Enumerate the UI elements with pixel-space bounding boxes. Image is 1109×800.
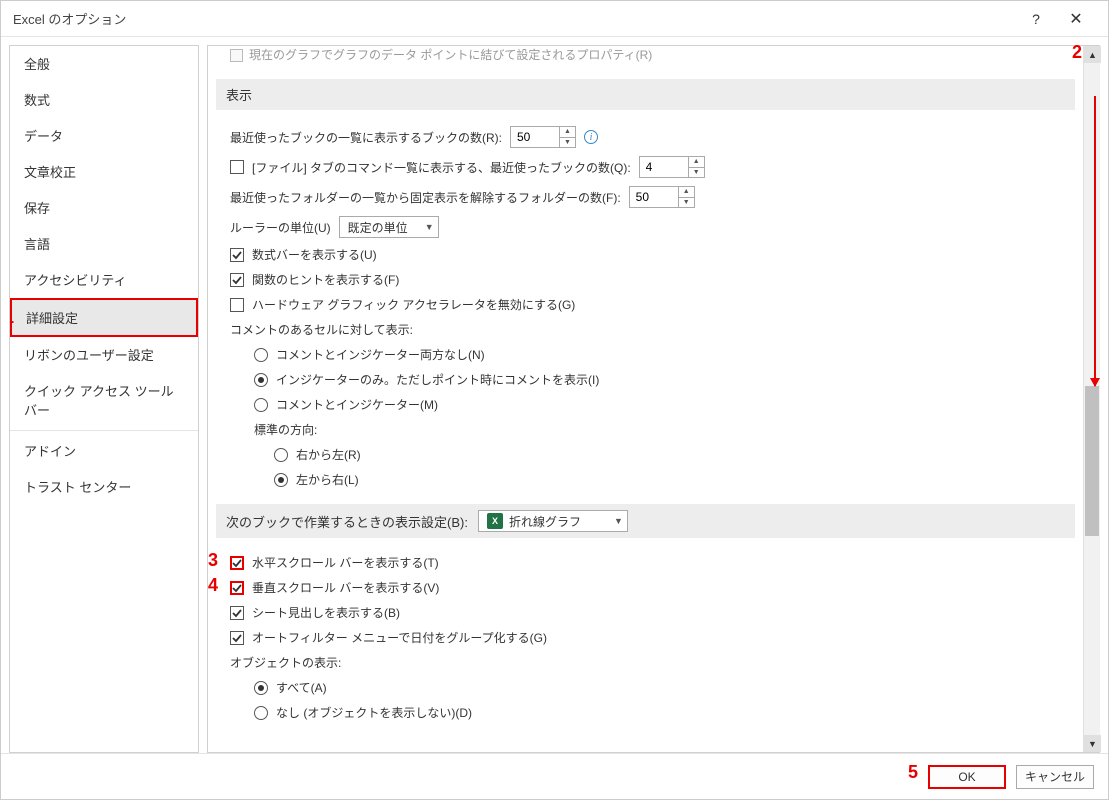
info-icon[interactable]: i (584, 130, 598, 144)
annotation-1: 1 (9, 307, 14, 328)
sidebar-item-general[interactable]: 全般 (10, 46, 198, 82)
content-pane: 現在のグラフでグラフのデータ ポイントに結びて設定されるプロパティ(R) 表示 … (207, 45, 1100, 753)
row-direction-ltr: 左から右(L) (216, 467, 1075, 492)
row-ruler-unit: ルーラーの単位(U) 既定の単位 ▼ (216, 212, 1075, 242)
file-tab-recent-input[interactable]: ▲▼ (639, 156, 705, 178)
sidebar-divider (10, 430, 198, 431)
sidebar-item-advanced[interactable]: 詳細設定 (10, 298, 198, 337)
ruler-unit-select[interactable]: 既定の単位 ▼ (339, 216, 439, 238)
recent-folders-input[interactable]: ▲▼ (629, 186, 695, 208)
section-workbook-display: 次のブックで作業するときの表示設定(B): X 折れ線グラフ ▼ (216, 504, 1075, 538)
chevron-down-icon: ▼ (606, 516, 623, 526)
row-recent-books: 最近使ったブックの一覧に表示するブックの数(R): ▲▼ i (216, 122, 1075, 152)
sidebar-item-language[interactable]: 言語 (10, 226, 198, 262)
row-comment-opt3: コメントとインジケーター(M) (216, 392, 1075, 417)
recent-folders-label: 最近使ったフォルダーの一覧から固定表示を解除するフォルダーの数(F): (230, 189, 621, 206)
row-vscroll: 4 垂直スクロール バーを表示する(V) (216, 575, 1075, 600)
sidebar-item-accessibility[interactable]: アクセシビリティ (10, 262, 198, 298)
row-func-hint: 関数のヒントを表示する(F) (216, 267, 1075, 292)
scroll-up-button[interactable]: ▲ (1084, 46, 1101, 63)
annotation-2: 2 (1072, 42, 1082, 63)
ok-button[interactable]: OK (928, 765, 1006, 789)
sidebar-item-addins[interactable]: アドイン (10, 433, 198, 469)
radio-objects-all[interactable] (254, 681, 268, 695)
row-hscroll: 3 水平スクロール バーを表示する(T) (216, 550, 1075, 575)
options-dialog: Excel のオプション ? ✕ 全般 数式 データ 文章校正 保存 言語 アク… (0, 0, 1109, 800)
scroll-down-button[interactable]: ▼ (1084, 735, 1101, 752)
annotation-arrow (1094, 96, 1096, 386)
scroll-thumb[interactable] (1085, 386, 1099, 536)
annotation-4: 4 (208, 575, 218, 596)
sidebar-item-trust-center[interactable]: トラスト センター (10, 469, 198, 505)
dialog-footer: 5 OK キャンセル (1, 753, 1108, 799)
row-comment-header: コメントのあるセルに対して表示: (216, 317, 1075, 342)
recent-books-input[interactable]: ▲▼ (510, 126, 576, 148)
dialog-body: 全般 数式 データ 文章校正 保存 言語 アクセシビリティ 詳細設定 リボンのユ… (1, 37, 1108, 753)
cancel-button[interactable]: キャンセル (1016, 765, 1094, 789)
checkbox-vscroll[interactable] (230, 581, 244, 595)
sidebar-item-save[interactable]: 保存 (10, 190, 198, 226)
checkbox-func-hint[interactable] (230, 273, 244, 287)
row-direction-header: 標準の方向: (216, 417, 1075, 442)
ruler-unit-label: ルーラーの単位(U) (230, 219, 331, 236)
recent-books-label: 最近使ったブックの一覧に表示するブックの数(R): (230, 129, 502, 146)
annotation-3: 3 (208, 550, 218, 571)
checkbox-hscroll[interactable] (230, 556, 244, 570)
file-tab-recent-label: [ファイル] タブのコマンド一覧に表示する、最近使ったブックの数(Q): (252, 159, 631, 176)
checkbox-file-tab-recent[interactable] (230, 160, 244, 174)
radio-comment-indicator[interactable] (254, 373, 268, 387)
workbook-select[interactable]: X 折れ線グラフ ▼ (478, 510, 628, 532)
annotation-5: 5 (908, 762, 918, 783)
scroll-content: 現在のグラフでグラフのデータ ポイントに結びて設定されるプロパティ(R) 表示 … (208, 46, 1083, 752)
row-autofilter-group: オートフィルター メニューで日付をグループ化する(G) (216, 625, 1075, 650)
window-title: Excel のオプション (13, 9, 1016, 28)
section-display: 表示 (216, 79, 1075, 110)
close-button[interactable]: ✕ (1056, 1, 1096, 37)
row-objects-all: すべて(A) (216, 675, 1075, 700)
checkbox-formula-bar[interactable] (230, 248, 244, 262)
radio-objects-none[interactable] (254, 706, 268, 720)
row-hw-accel: ハードウェア グラフィック アクセラレータを無効にする(G) (216, 292, 1075, 317)
radio-direction-rtl[interactable] (274, 448, 288, 462)
row-sheet-tabs: シート見出しを表示する(B) (216, 600, 1075, 625)
checkbox-hw-accel[interactable] (230, 298, 244, 312)
chevron-down-icon: ▼ (417, 222, 434, 232)
vertical-scrollbar[interactable]: ▲ ▼ 2 (1083, 46, 1100, 752)
help-button[interactable]: ? (1016, 1, 1056, 37)
row-objects-header: オブジェクトの表示: (216, 650, 1075, 675)
category-sidebar: 全般 数式 データ 文章校正 保存 言語 アクセシビリティ 詳細設定 リボンのユ… (9, 45, 199, 753)
titlebar: Excel のオプション ? ✕ (1, 1, 1108, 37)
row-file-tab-recent: [ファイル] タブのコマンド一覧に表示する、最近使ったブックの数(Q): ▲▼ (216, 152, 1075, 182)
radio-direction-ltr[interactable] (274, 473, 288, 487)
row-formula-bar: 数式バーを表示する(U) (216, 242, 1075, 267)
truncated-previous-row: 現在のグラフでグラフのデータ ポイントに結びて設定されるプロパティ(R) (216, 46, 1075, 67)
row-recent-folders: 最近使ったフォルダーの一覧から固定表示を解除するフォルダーの数(F): ▲▼ (216, 182, 1075, 212)
excel-icon: X (487, 513, 503, 529)
sidebar-item-formulas[interactable]: 数式 (10, 82, 198, 118)
checkbox-sheet-tabs[interactable] (230, 606, 244, 620)
radio-comment-none[interactable] (254, 348, 268, 362)
row-comment-opt1: コメントとインジケーター両方なし(N) (216, 342, 1075, 367)
radio-comment-both[interactable] (254, 398, 268, 412)
row-comment-opt2: インジケーターのみ。ただしポイント時にコメントを表示(I) (216, 367, 1075, 392)
sidebar-item-data[interactable]: データ (10, 118, 198, 154)
sidebar-item-quick-access[interactable]: クイック アクセス ツール バー (10, 373, 198, 428)
sidebar-item-customize-ribbon[interactable]: リボンのユーザー設定 (10, 337, 198, 373)
sidebar-item-proofing[interactable]: 文章校正 (10, 154, 198, 190)
row-direction-rtl: 右から左(R) (216, 442, 1075, 467)
checkbox-autofilter-group[interactable] (230, 631, 244, 645)
row-objects-none: なし (オブジェクトを表示しない)(D) (216, 700, 1075, 725)
